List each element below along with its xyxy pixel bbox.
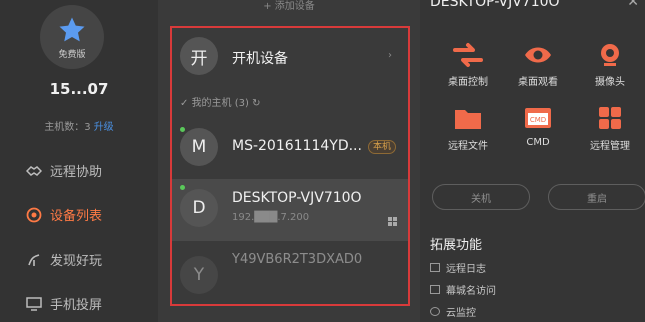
cloud-icon xyxy=(430,307,440,316)
ext-item-label: 幕城名访问 xyxy=(446,286,496,297)
device-list-panel: + 添加设备 开 开机设备 › ✓ 我的主机 (3) ↻ M MS-201611… xyxy=(158,0,420,322)
device-row-selected[interactable]: D DESKTOP-VJV710O 192.███.7.200 xyxy=(172,179,408,241)
ext-item-label: 云监控 xyxy=(446,308,476,319)
screen-cast-icon xyxy=(25,295,43,313)
sidebar-item-discover[interactable]: 发现好玩 xyxy=(25,250,102,269)
online-status-dot xyxy=(180,185,185,190)
action-label: 桌面观看 xyxy=(518,77,558,88)
remote-control-icon xyxy=(453,43,483,67)
host-count-label: 主机数：3 xyxy=(44,122,91,133)
boot-device-row[interactable]: 开 开机设备 › xyxy=(172,28,408,90)
device-detail-panel: DESKTOP-VJV710O ✕ 桌面控制 桌面观看 摄像头 远程文件 CMD… xyxy=(420,0,645,322)
action-label: 桌面控制 xyxy=(448,77,488,88)
device-list: 开 开机设备 › ✓ 我的主机 (3) ↻ M MS-20161114YD...… xyxy=(170,26,410,306)
windows-icon xyxy=(388,212,398,231)
close-icon[interactable]: ✕ xyxy=(627,0,639,10)
action-label: 远程管理 xyxy=(590,141,630,152)
device-name: MS-20161114YD... xyxy=(232,138,362,154)
action-label: 远程文件 xyxy=(448,141,488,152)
domain-access-item[interactable]: 幕城名访问 xyxy=(430,282,496,297)
device-detail-title: DESKTOP-VJV710O xyxy=(430,0,560,10)
boot-device-title: 开机设备 xyxy=(232,51,288,67)
my-hosts-label: 我的主机 (3) xyxy=(191,98,249,109)
device-row-offline[interactable]: Y Y49VB6R2T3DXAD0 xyxy=(172,242,408,304)
sidebar-item-screen-cast[interactable]: 手机投屏 xyxy=(25,294,102,313)
sidebar-item-label: 手机投屏 xyxy=(50,298,103,313)
remote-file-button[interactable]: 远程文件 xyxy=(438,106,498,152)
upgrade-link[interactable]: 升级 xyxy=(94,122,114,133)
grid-icon xyxy=(599,107,621,129)
sidebar-item-label: 发现好玩 xyxy=(50,254,103,269)
chevron-down-icon: ✓ xyxy=(180,98,192,109)
browser-icon xyxy=(430,285,440,294)
cmd-icon: CMD xyxy=(525,108,551,128)
discover-icon xyxy=(25,251,43,269)
boot-device-avatar: 开 xyxy=(180,37,218,75)
eye-icon xyxy=(525,47,551,63)
desktop-control-button[interactable]: 桌面控制 xyxy=(438,42,498,88)
sidebar-item-device-list[interactable]: 设备列表 xyxy=(25,205,102,224)
handshake-icon xyxy=(25,162,43,180)
refresh-icon[interactable]: ↻ xyxy=(249,98,260,109)
folder-icon xyxy=(455,110,481,129)
chevron-right-icon: › xyxy=(388,50,392,61)
ext-item-label: 远程日志 xyxy=(446,264,486,275)
my-hosts-section[interactable]: ✓ 我的主机 (3) ↻ xyxy=(180,94,260,109)
online-status-dot xyxy=(180,127,185,132)
plan-badge: 免费版 xyxy=(58,49,86,60)
device-ip: 192.███.7.200 xyxy=(232,212,310,223)
add-device-button[interactable]: + 添加设备 xyxy=(158,0,420,14)
user-id: 15...07 xyxy=(49,80,109,98)
sidebar-item-label: 远程协助 xyxy=(50,165,103,180)
svg-text:CMD: CMD xyxy=(530,116,546,124)
device-name: Y49VB6R2T3DXAD0 xyxy=(232,252,363,267)
action-label: CMD xyxy=(526,137,550,148)
host-count: 主机数：3 升级 xyxy=(0,118,158,133)
star-icon xyxy=(59,17,85,41)
device-avatar: Y xyxy=(180,256,218,294)
device-name: DESKTOP-VJV710O xyxy=(232,190,362,206)
remote-log-item[interactable]: 远程日志 xyxy=(430,260,486,275)
camera-button[interactable]: 摄像头 xyxy=(580,42,640,88)
action-label: 摄像头 xyxy=(595,77,625,88)
avatar[interactable]: 免费版 xyxy=(40,5,104,69)
desktop-view-button[interactable]: 桌面观看 xyxy=(508,42,568,88)
shutdown-button[interactable]: 关机 xyxy=(432,184,530,210)
device-row[interactable]: M MS-20161114YD... 本机 xyxy=(172,118,408,178)
camera-icon xyxy=(601,44,619,66)
extended-features-title: 拓展功能 xyxy=(430,238,483,253)
cloud-monitor-item[interactable]: 云监控 xyxy=(430,304,476,319)
sidebar-item-label: 设备列表 xyxy=(50,209,103,224)
device-list-icon xyxy=(25,206,43,224)
sidebar: 免费版 15...07 主机数：3 升级 远程协助 设备列表 发现好玩 手机投屏 xyxy=(0,0,158,322)
cmd-button[interactable]: CMD CMD xyxy=(508,106,568,148)
restart-button[interactable]: 重启 xyxy=(548,184,645,210)
log-icon xyxy=(430,263,440,272)
this-machine-badge: 本机 xyxy=(368,140,397,154)
device-avatar: D xyxy=(180,189,218,227)
device-avatar: M xyxy=(180,128,218,166)
remote-manage-button[interactable]: 远程管理 xyxy=(580,106,640,152)
sidebar-item-remote-assist[interactable]: 远程协助 xyxy=(25,161,102,180)
